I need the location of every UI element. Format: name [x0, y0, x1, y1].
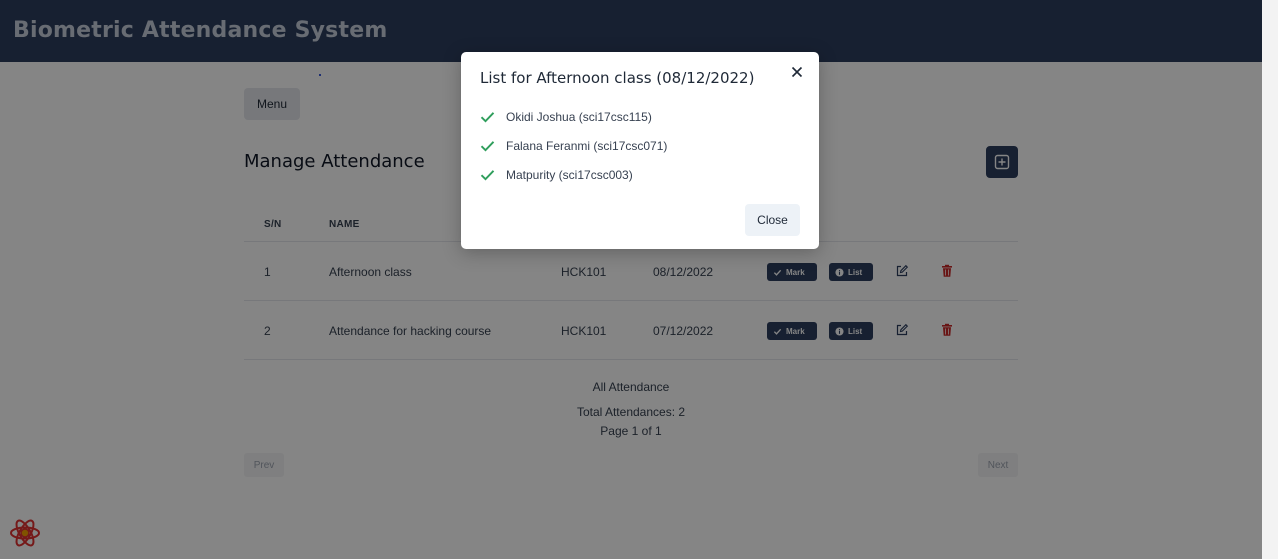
- scrollbar[interactable]: [1262, 0, 1278, 559]
- check-icon: [480, 170, 495, 181]
- student-name: Falana Feranmi (sci17csc071): [506, 139, 668, 153]
- student-name: Matpurity (sci17csc003): [506, 168, 633, 182]
- close-icon[interactable]: [790, 65, 804, 79]
- list-item: Matpurity (sci17csc003): [480, 166, 633, 184]
- attendance-list-modal: List for Afternoon class (08/12/2022) Ok…: [461, 52, 819, 249]
- list-item: Falana Feranmi (sci17csc071): [480, 137, 667, 155]
- modal-title: List for Afternoon class (08/12/2022): [480, 69, 755, 87]
- close-button[interactable]: Close: [745, 204, 800, 236]
- student-name: Okidi Joshua (sci17csc115): [506, 110, 652, 124]
- check-icon: [480, 112, 495, 123]
- list-item: Okidi Joshua (sci17csc115): [480, 108, 652, 126]
- check-icon: [480, 141, 495, 152]
